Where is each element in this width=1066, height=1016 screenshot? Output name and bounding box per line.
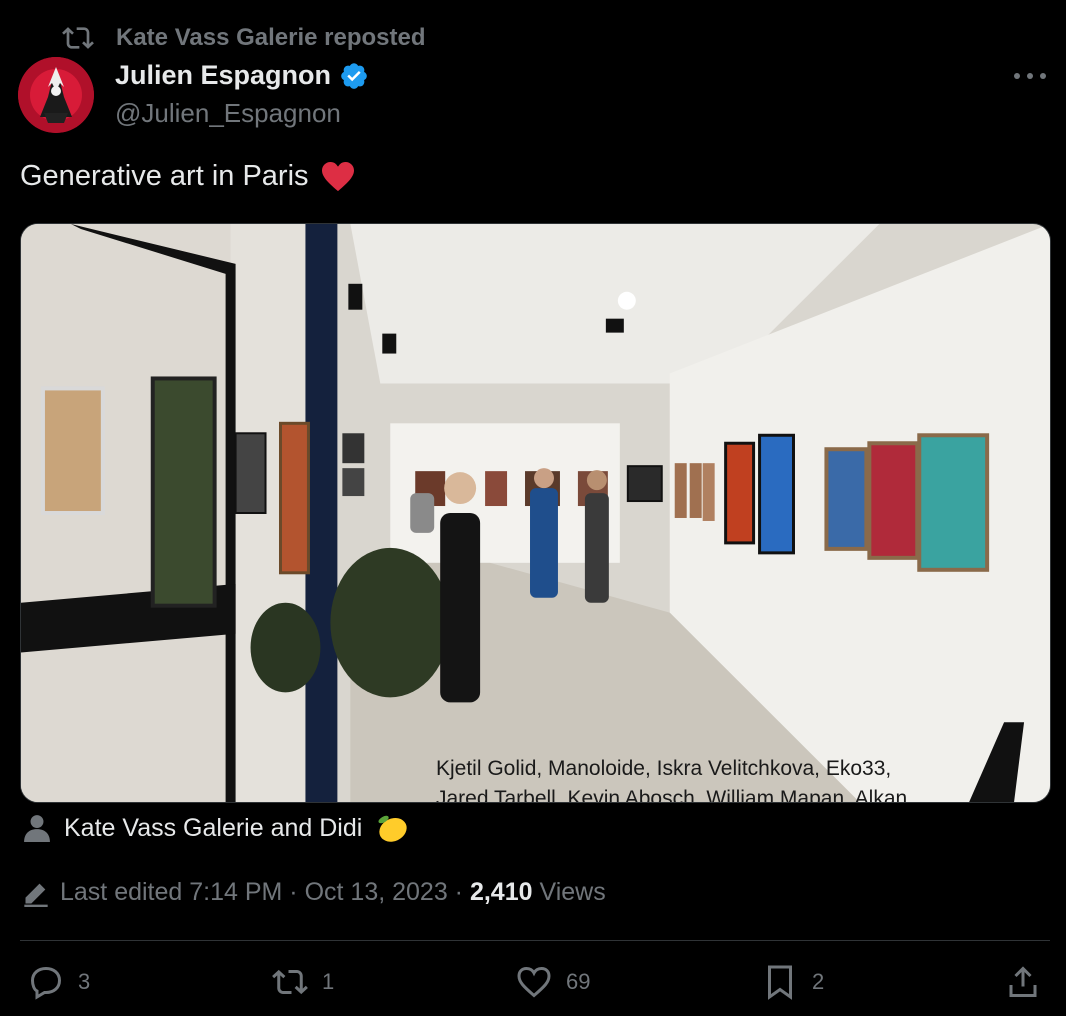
lemon-emoji-icon xyxy=(378,815,407,842)
views-label: Views xyxy=(539,878,606,906)
author-handle[interactable]: @Julien_Espagnon xyxy=(115,98,341,129)
like-button[interactable]: 69 xyxy=(516,964,590,1000)
post-meta: Last edited 7:14 PM · Oct 13, 2023 · 2,4… xyxy=(22,878,606,907)
repost-count: 1 xyxy=(322,969,335,994)
tagged-users-text[interactable]: Kate Vass Galerie and Didi xyxy=(64,814,362,843)
repost-icon xyxy=(272,969,308,995)
author-name[interactable]: Julien Espagnon xyxy=(115,60,331,91)
post-text: Generative art in Paris xyxy=(20,160,355,193)
post-text-content: Generative art in Paris xyxy=(20,160,309,192)
heart-icon xyxy=(517,966,551,998)
media-caption-line-2: Jared Tarbell, Kevin Abosch, William Map… xyxy=(436,787,908,803)
reply-button[interactable]: 3 xyxy=(28,964,90,1000)
views-count: 2,410 xyxy=(469,878,533,906)
bookmark-count: 2 xyxy=(812,969,825,994)
red-heart-emoji-icon xyxy=(321,161,354,191)
reply-count: 3 xyxy=(78,969,91,994)
avatar[interactable] xyxy=(18,57,94,133)
repost-button[interactable]: 1 xyxy=(272,964,334,1000)
divider xyxy=(20,940,1050,941)
repost-text: Kate Vass Galerie reposted xyxy=(116,24,426,51)
author-name-row[interactable]: Julien Espagnon xyxy=(115,60,369,91)
post-media-image[interactable]: Kjetil Golid, Manoloide, Iskra Velitchko… xyxy=(20,223,1051,803)
edit-pencil-icon xyxy=(24,883,48,907)
bookmark-icon xyxy=(768,965,792,1000)
repost-icon xyxy=(62,27,94,49)
verified-badge-icon xyxy=(341,62,367,89)
edited-timestamp[interactable]: Last edited 7:14 PM · Oct 13, 2023 · xyxy=(60,878,470,906)
reply-icon xyxy=(30,966,62,1000)
person-icon xyxy=(24,815,50,842)
repost-header[interactable]: Kate Vass Galerie reposted xyxy=(62,22,426,54)
media-caption-line-1: Kjetil Golid, Manoloide, Iskra Velitchko… xyxy=(436,757,892,780)
tagged-users[interactable]: Kate Vass Galerie and Didi xyxy=(24,812,410,844)
like-count: 69 xyxy=(566,969,591,994)
more-options-icon[interactable] xyxy=(1014,64,1046,88)
share-icon xyxy=(1009,966,1037,997)
share-button[interactable] xyxy=(1005,964,1041,1000)
bookmark-button[interactable]: 2 xyxy=(762,964,824,1000)
action-bar: 3 1 69 2 xyxy=(0,964,1066,1008)
